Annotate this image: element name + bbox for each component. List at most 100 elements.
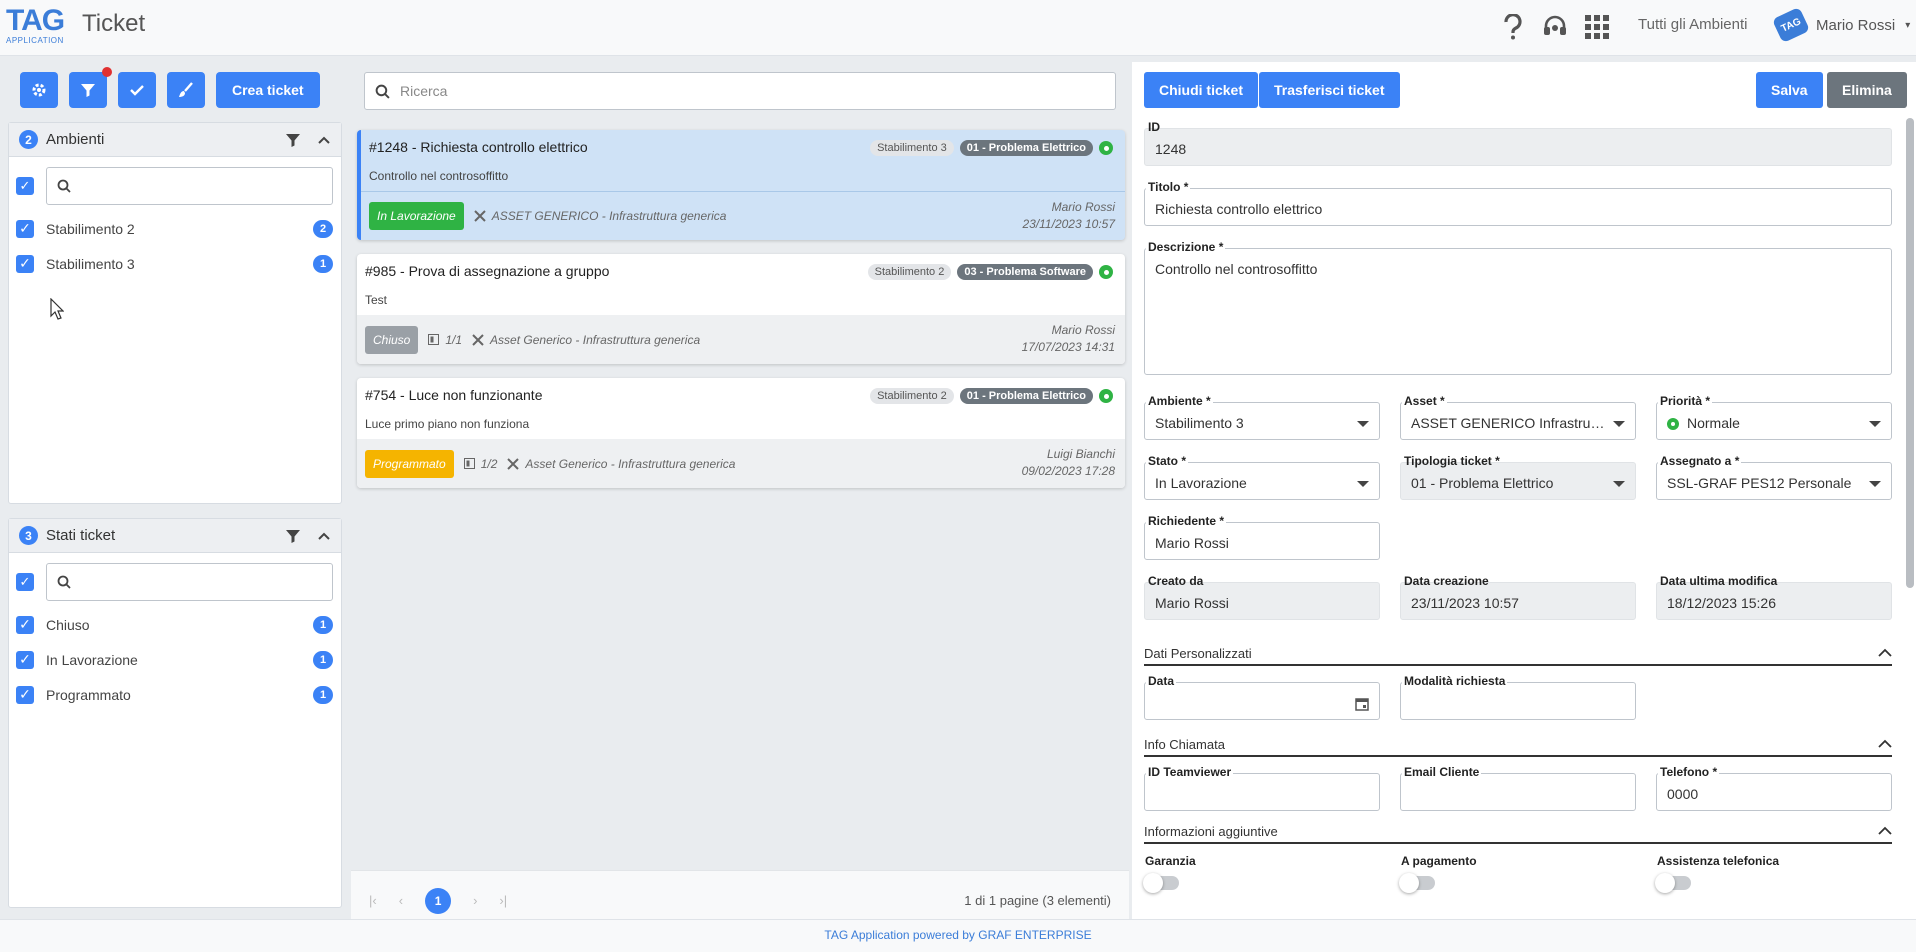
- phone-field[interactable]: Telefono * 0000: [1644, 765, 1892, 811]
- environment-checkbox[interactable]: ✓: [16, 219, 34, 238]
- states-search-input[interactable]: [46, 563, 333, 601]
- delete-button[interactable]: Elimina: [1827, 72, 1907, 108]
- created-by-value: Mario Rossi: [1155, 595, 1229, 611]
- ticket-card[interactable]: #985 - Prova di assegnazione a gruppo Te…: [357, 254, 1125, 364]
- chevron-up-icon[interactable]: [1878, 739, 1892, 749]
- environment-select[interactable]: Ambiente * Stabilimento 3: [1132, 394, 1380, 440]
- environment-item[interactable]: ✓ Stabilimento 2 2: [9, 211, 341, 246]
- environment-item[interactable]: ✓ Stabilimento 3 1: [9, 246, 341, 281]
- chevron-up-icon[interactable]: [1878, 648, 1892, 658]
- create-ticket-button[interactable]: Crea ticket: [216, 72, 320, 108]
- calendar-icon[interactable]: [1355, 697, 1369, 711]
- asset-select-value: ASSET GENERICO Infrastruttura generica: [1411, 415, 1605, 431]
- state-checkbox[interactable]: ✓: [16, 650, 34, 669]
- id-value: 1248: [1155, 141, 1187, 157]
- state-item[interactable]: ✓ In Lavorazione 1: [9, 642, 341, 677]
- dropdown-arrow-icon: [1869, 481, 1881, 487]
- assignee-select[interactable]: Assegnato a * SSL-GRAF PES12 Personale: [1644, 454, 1892, 500]
- phone-support-label: Assistenza telefonica: [1657, 854, 1780, 868]
- customer-email-field[interactable]: Email Cliente: [1388, 765, 1636, 811]
- environment-select-value: Stabilimento 3: [1155, 415, 1244, 431]
- creation-date-label: Data creazione: [1404, 574, 1489, 588]
- title-value: Richiesta controllo elettrico: [1155, 201, 1323, 217]
- warranty-toggle[interactable]: [1143, 873, 1179, 893]
- requester-field[interactable]: Richiedente * Mario Rossi: [1132, 514, 1380, 560]
- states-filter-title: Stati ticket: [46, 527, 116, 544]
- chevron-up-icon[interactable]: [1878, 826, 1892, 836]
- ticket-type-label: Tipologia ticket *: [1404, 454, 1500, 468]
- date-field[interactable]: Data: [1132, 674, 1380, 720]
- ticket-type-tag: 03 - Problema Software: [957, 264, 1093, 280]
- ticket-date: 23/11/2023 10:57: [1022, 217, 1115, 231]
- environments-select-all-checkbox[interactable]: ✓: [16, 177, 34, 195]
- filter-icon[interactable]: [285, 132, 301, 148]
- settings-button[interactable]: [20, 72, 58, 108]
- ticket-description: Test: [365, 293, 388, 307]
- states-select-all-checkbox[interactable]: ✓: [16, 573, 34, 591]
- environments-search-input[interactable]: [46, 167, 333, 205]
- state-checkbox[interactable]: ✓: [16, 685, 34, 704]
- state-checkbox[interactable]: ✓: [16, 615, 34, 634]
- ticket-state-badge: Programmato: [365, 449, 454, 478]
- state-count: 1: [313, 685, 333, 704]
- priority-select[interactable]: Priorità * Normale: [1644, 394, 1892, 440]
- title-field[interactable]: Titolo * Richiesta controllo elettrico: [1132, 180, 1892, 226]
- state-label: Chiuso: [46, 616, 90, 633]
- ticket-tasks: 1/1: [428, 333, 462, 347]
- request-mode-label: Modalità richiesta: [1402, 674, 1508, 688]
- prev-page-icon[interactable]: ‹: [399, 893, 403, 908]
- clear-filters-button[interactable]: [167, 72, 205, 108]
- mouse-cursor-icon: [50, 298, 64, 320]
- ticket-description: Controllo nel controsoffitto: [369, 169, 509, 183]
- apps-grid-icon[interactable]: [1582, 12, 1612, 42]
- search-icon: [375, 84, 390, 99]
- support-headset-icon[interactable]: [1540, 12, 1570, 42]
- description-textarea[interactable]: Descrizione * Controllo nel controsoffit…: [1132, 240, 1892, 375]
- ticket-type-select: Tipologia ticket * 01 - Problema Elettri…: [1388, 454, 1636, 500]
- call-info-section-header[interactable]: Info Chiamata: [1144, 733, 1892, 757]
- last-modified-field: Data ultima modifica 18/12/2023 15:26: [1644, 574, 1892, 620]
- state-select-value: In Lavorazione: [1155, 475, 1247, 491]
- chevron-up-icon[interactable]: [317, 133, 331, 147]
- state-select[interactable]: Stato * In Lavorazione: [1132, 454, 1380, 500]
- last-page-icon[interactable]: ›|: [499, 893, 507, 908]
- environments-filter-count: 2: [19, 130, 38, 149]
- environment-label: Stabilimento 3: [46, 255, 135, 272]
- form-scrollbar[interactable]: [1906, 118, 1914, 588]
- custom-data-section-header[interactable]: Dati Personalizzati: [1144, 642, 1892, 666]
- phone-support-toggle[interactable]: [1655, 873, 1691, 893]
- ticket-date: 17/07/2023 14:31: [1021, 340, 1115, 354]
- ticket-search-input[interactable]: Ricerca: [364, 72, 1116, 110]
- next-page-icon[interactable]: ›: [473, 893, 477, 908]
- all-environments-link[interactable]: Tutti gli Ambienti: [1638, 16, 1748, 33]
- request-mode-field[interactable]: Modalità richiesta: [1388, 674, 1636, 720]
- additional-info-section-header[interactable]: Informazioni aggiuntive: [1144, 820, 1892, 844]
- environment-label: Stabilimento 2: [46, 220, 135, 237]
- ticket-card[interactable]: #1248 - Richiesta controllo elettrico Co…: [357, 130, 1125, 240]
- user-menu[interactable]: TAG Mario Rossi ▾: [1771, 6, 1910, 44]
- ticket-asset-label: Asset Generico - Infrastruttura generica: [525, 456, 736, 471]
- asset-select[interactable]: Asset * ASSET GENERICO Infrastruttura ge…: [1388, 394, 1636, 440]
- ticket-card[interactable]: #754 - Luce non funzionante Luce primo p…: [357, 378, 1125, 488]
- chevron-up-icon[interactable]: [317, 529, 331, 543]
- state-item[interactable]: ✓ Programmato 1: [9, 677, 341, 712]
- teamviewer-id-field[interactable]: ID Teamviewer: [1132, 765, 1380, 811]
- paid-toggle[interactable]: [1399, 873, 1435, 893]
- priority-dot-icon: [1099, 389, 1113, 403]
- transfer-ticket-button[interactable]: Trasferisci ticket: [1259, 72, 1400, 108]
- teamviewer-id-label: ID Teamviewer: [1146, 765, 1234, 779]
- environment-checkbox[interactable]: ✓: [16, 254, 34, 273]
- ticket-user: Mario Rossi: [1051, 323, 1115, 337]
- current-page-button[interactable]: 1: [425, 887, 452, 914]
- warranty-toggle-group: Garanzia: [1143, 854, 1196, 893]
- save-button[interactable]: Salva: [1756, 72, 1823, 108]
- first-page-icon[interactable]: |‹: [369, 893, 377, 908]
- filter-icon[interactable]: [285, 528, 301, 544]
- app-logo[interactable]: TAG APPLICATION: [6, 6, 65, 50]
- help-icon[interactable]: [1498, 12, 1528, 42]
- state-item[interactable]: ✓ Chiuso 1: [9, 607, 341, 642]
- close-ticket-button[interactable]: Chiudi ticket: [1144, 72, 1259, 108]
- select-all-button[interactable]: [118, 72, 156, 108]
- brush-icon: [179, 82, 193, 97]
- filter-button[interactable]: [69, 67, 112, 108]
